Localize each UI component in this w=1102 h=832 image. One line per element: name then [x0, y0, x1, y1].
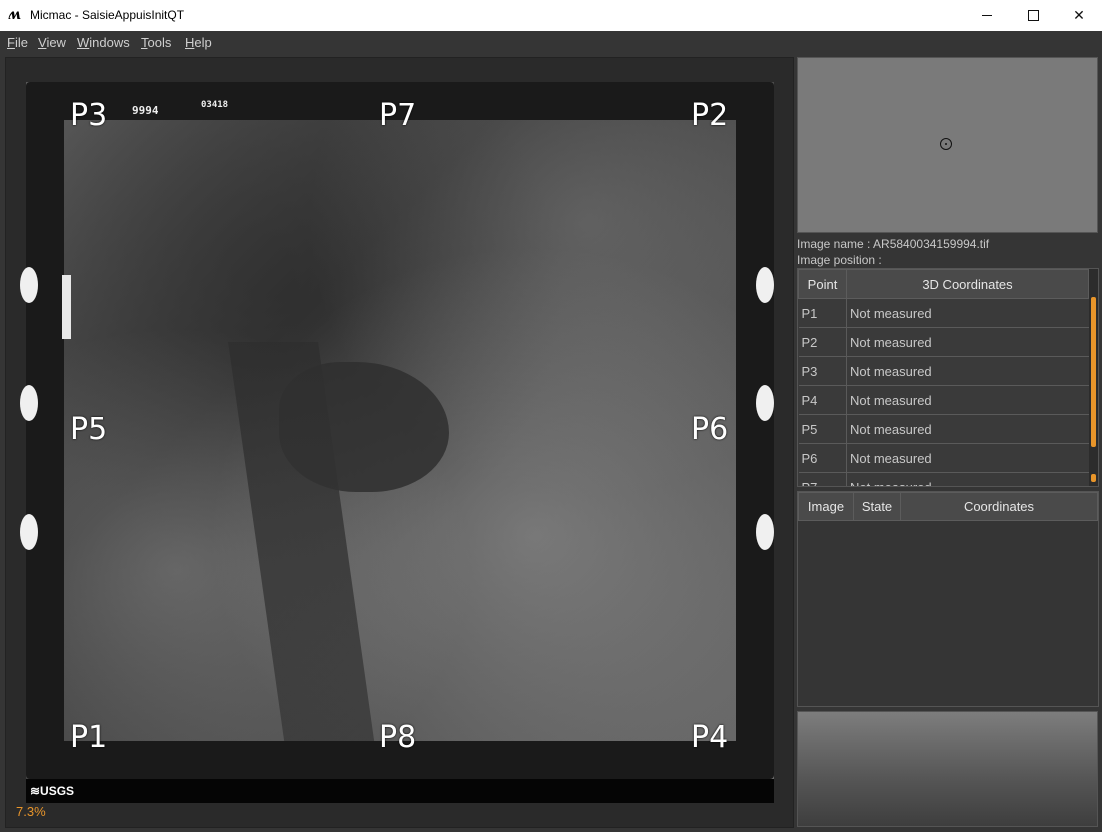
marker-p2[interactable]: P2	[691, 98, 728, 133]
window-title: Micmac - SaisieAppuisInitQT	[30, 8, 185, 22]
marker-p3[interactable]: P3	[70, 98, 107, 133]
table-row[interactable]: P1 Not measured	[798, 298, 1089, 328]
minimize-icon	[982, 15, 992, 16]
coordinates-cell: Not measured	[846, 414, 1089, 444]
point-cell: P7	[798, 472, 847, 486]
minimize-button[interactable]	[964, 0, 1010, 31]
measures-table: Image State Coordinates	[798, 492, 1098, 521]
menu-view[interactable]: View	[38, 35, 66, 50]
coordinates-cell: Not measured	[846, 385, 1089, 415]
image-name-label: Image name : AR5840034159994.tif	[797, 237, 990, 251]
usgs-logo: ≋USGS	[30, 784, 75, 798]
point-cell: P1	[798, 298, 847, 328]
menu-windows[interactable]: Windows	[77, 35, 130, 50]
scroll-down-arrow-icon[interactable]	[1091, 474, 1096, 482]
table-row[interactable]: P4 Not measured	[798, 385, 1089, 415]
menu-tools[interactable]: Tools	[141, 35, 171, 50]
film-hole	[20, 514, 38, 550]
point-cell: P5	[798, 414, 847, 444]
coordinates-cell: Not measured	[846, 356, 1089, 386]
menu-file[interactable]: File	[7, 35, 28, 50]
point-cell: P6	[798, 443, 847, 473]
column-header-3d-coordinates[interactable]: 3D Coordinates	[846, 269, 1089, 299]
point-cell: P3	[798, 356, 847, 386]
marker-p6[interactable]: P6	[691, 412, 728, 447]
film-hole	[20, 385, 38, 421]
close-button[interactable]: ✕	[1056, 0, 1102, 31]
title-bar: ʍ Micmac - SaisieAppuisInitQT ✕	[0, 0, 1102, 31]
maximize-icon	[1027, 10, 1039, 21]
usgs-bar: ≋USGS	[26, 779, 774, 803]
menu-bar: File View Windows Tools Help	[0, 31, 1102, 54]
coordinates-cell: Not measured	[846, 472, 1089, 486]
frame-code: 03418	[201, 100, 229, 110]
marker-p8[interactable]: P8	[379, 720, 416, 755]
close-icon: ✕	[1073, 7, 1085, 24]
preview-panel[interactable]	[797, 57, 1098, 233]
points-table-panel[interactable]: Point 3D Coordinates P1 Not measured P2 No…	[797, 268, 1099, 487]
film-hole	[20, 267, 38, 303]
table-row[interactable]: P5 Not measured	[798, 414, 1089, 444]
scrollbar-thumb[interactable]	[1091, 297, 1096, 447]
points-table: Point 3D Coordinates P1 Not measured P2 No…	[798, 269, 1089, 486]
film-hole	[756, 385, 774, 421]
marker-p4[interactable]: P4	[691, 720, 728, 755]
aerial-photo[interactable]: 9994 03418 P3 P7 P2 P5 P6 P1 P8 P4	[20, 82, 774, 779]
coordinates-cell: Not measured	[846, 298, 1089, 328]
zoom-panel[interactable]	[797, 711, 1098, 827]
table-row[interactable]: P7 Not measured	[798, 472, 1089, 486]
column-header-image[interactable]: Image	[798, 492, 854, 521]
image-viewer[interactable]: 9994 03418 P3 P7 P2 P5 P6 P1 P8 P4 ≋USGS…	[5, 57, 794, 828]
micmac-logo-icon: ʍ	[8, 7, 21, 23]
crosshair-icon	[940, 138, 952, 150]
measures-table-panel[interactable]: Image State Coordinates	[797, 491, 1099, 707]
film-hole	[756, 267, 774, 303]
table-row[interactable]: P2 Not measured	[798, 327, 1089, 357]
image-position-label: Image position :	[797, 253, 882, 267]
table-row[interactable]: P3 Not measured	[798, 356, 1089, 386]
frame-number: 9994	[132, 104, 159, 117]
marker-p5[interactable]: P5	[70, 412, 107, 447]
menu-help[interactable]: Help	[185, 35, 212, 50]
film-hole	[756, 514, 774, 550]
coordinates-cell: Not measured	[846, 327, 1089, 357]
point-cell: P4	[798, 385, 847, 415]
film-frame	[26, 82, 774, 779]
photo-label-strip	[62, 275, 71, 339]
zoom-level: 7.3%	[16, 804, 46, 819]
marker-p1[interactable]: P1	[70, 720, 107, 755]
marker-p7[interactable]: P7	[379, 98, 416, 133]
column-header-coordinates[interactable]: Coordinates	[900, 492, 1098, 521]
point-cell: P2	[798, 327, 847, 357]
maximize-button[interactable]	[1010, 0, 1056, 31]
column-header-state[interactable]: State	[853, 492, 901, 521]
column-header-point[interactable]: Point	[798, 269, 847, 299]
table-row[interactable]: P6 Not measured	[798, 443, 1089, 473]
points-scrollbar[interactable]	[1089, 269, 1098, 486]
coordinates-cell: Not measured	[846, 443, 1089, 473]
